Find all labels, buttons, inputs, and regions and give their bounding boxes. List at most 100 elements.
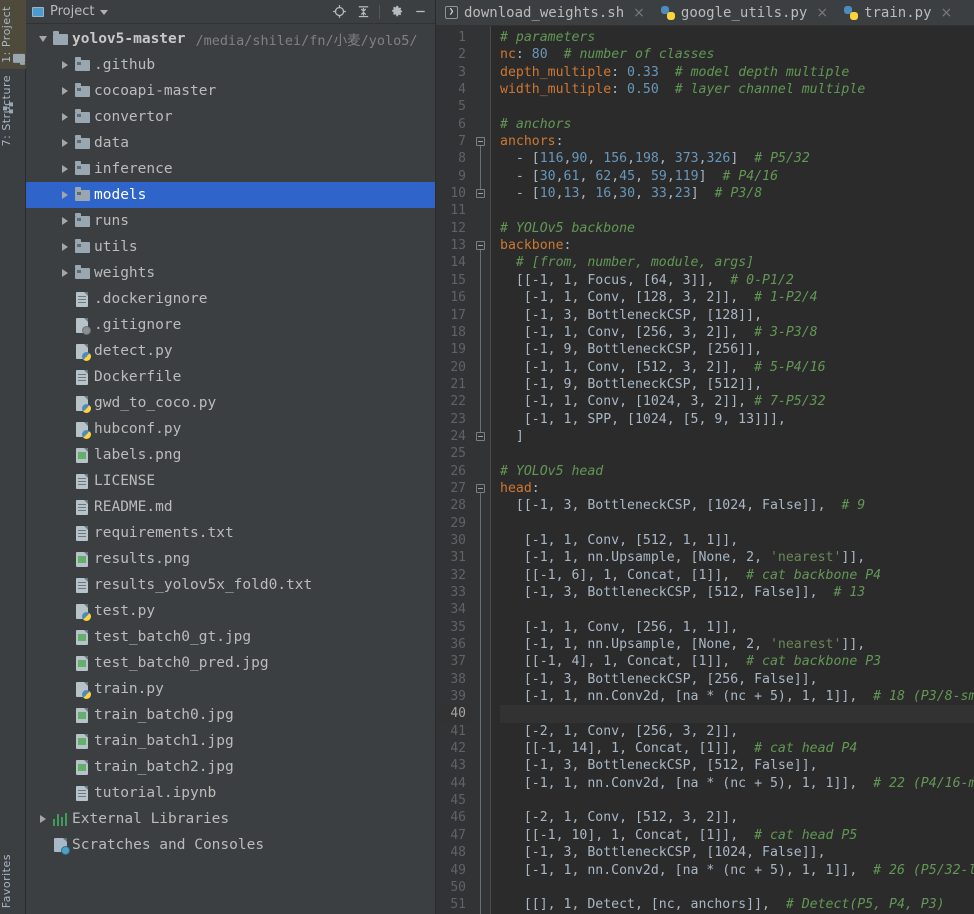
tree-row-train-batch0-jpg[interactable]: train_batch0.jpg — [26, 702, 435, 728]
stripe-tab-project[interactable]: 1: Project — [0, 0, 26, 69]
tree-row-results-png[interactable]: results.png — [26, 546, 435, 572]
code-line[interactable]: - [30,61, 62,45, 59,119] # P4/16 — [500, 168, 974, 185]
tree-row-runs[interactable]: runs — [26, 208, 435, 234]
code-line[interactable]: [[-1, 3, BottleneckCSP, [1024, False]], … — [500, 497, 974, 514]
code-line[interactable]: [-1, 3, BottleneckCSP, [1024, False]], — [500, 844, 974, 861]
code-line[interactable]: [-1, 1, Conv, [256, 1, 1]], — [500, 619, 974, 636]
editor-tab-download-weights-sh[interactable]: ❯ download_weights.sh × — [436, 0, 652, 25]
tree-row-train-batch2-jpg[interactable]: train_batch2.jpg — [26, 754, 435, 780]
stripe-tab-favorites[interactable]: Favorites — [0, 848, 26, 914]
code-line[interactable]: nc: 80 # number of classes — [500, 46, 974, 63]
project-panel-title-group[interactable]: Project — [32, 4, 328, 19]
code-line[interactable] — [500, 98, 974, 115]
code-line[interactable]: [[-1, 4], 1, Concat, [1]], # cat backbon… — [500, 653, 974, 670]
code-line[interactable]: head: — [500, 480, 974, 497]
code-line[interactable]: # anchors — [500, 116, 974, 133]
tree-row-dockerfile[interactable]: Dockerfile — [26, 364, 435, 390]
tree-row-github[interactable]: .github — [26, 52, 435, 78]
fold-collapse-icon[interactable] — [476, 137, 485, 147]
code-line[interactable]: [-1, 1, nn.Upsample, [None, 2, 'nearest'… — [500, 636, 974, 653]
tree-row-test-batch0-pred-jpg[interactable]: test_batch0_pred.jpg — [26, 650, 435, 676]
tree-row-external-libraries[interactable]: External Libraries — [26, 806, 435, 832]
code-line[interactable]: [-1, 3, BottleneckCSP, [128]], — [500, 307, 974, 324]
code-line[interactable]: [-1, 3, BottleneckCSP, [512, False]], — [500, 757, 974, 774]
code-line[interactable]: [-1, 9, BottleneckCSP, [512]], — [500, 376, 974, 393]
chevron-right-icon[interactable] — [58, 243, 72, 251]
tree-row-train-py[interactable]: train.py — [26, 676, 435, 702]
code-line[interactable]: [-1, 3, BottleneckCSP, [512, False]], # … — [500, 584, 974, 601]
locate-target-icon[interactable] — [328, 2, 350, 22]
code-line[interactable]: width_multiple: 0.50 # layer channel mul… — [500, 81, 974, 98]
stripe-tab-structure[interactable]: 7: Structure — [0, 69, 26, 152]
code-line[interactable] — [500, 879, 974, 896]
tree-row-results-yolov5x-fold0-txt[interactable]: results_yolov5x_fold0.txt — [26, 572, 435, 598]
tree-row-inference[interactable]: inference — [26, 156, 435, 182]
code-line[interactable]: - [116,90, 156,198, 373,326] # P5/32 — [500, 150, 974, 167]
code-line[interactable]: [-1, 1, Conv, [512, 3, 2]], # 5-P4/16 — [500, 359, 974, 376]
chevron-down-icon[interactable] — [100, 10, 109, 15]
fold-end-icon[interactable] — [476, 432, 485, 442]
code-line[interactable] — [500, 202, 974, 219]
fold-collapse-icon[interactable] — [476, 484, 485, 494]
chevron-right-icon[interactable] — [58, 217, 72, 225]
close-icon[interactable]: × — [633, 5, 645, 21]
tree-row-data[interactable]: data — [26, 130, 435, 156]
code-line[interactable] — [500, 705, 974, 723]
tree-row-models[interactable]: models — [26, 182, 435, 208]
code-line[interactable]: [[], 1, Detect, [nc, anchors]], # Detect… — [500, 896, 974, 913]
chevron-right-icon[interactable] — [58, 61, 72, 69]
code-line[interactable]: [-1, 1, Conv, [512, 1, 1]], — [500, 532, 974, 549]
chevron-right-icon[interactable] — [58, 139, 72, 147]
code-line[interactable]: [-1, 1, Conv, [1024, 3, 2]], # 7-P5/32 — [500, 393, 974, 410]
code-line[interactable]: depth_multiple: 0.33 # model depth multi… — [500, 64, 974, 81]
code-line[interactable]: [-2, 1, Conv, [256, 3, 2]], — [500, 723, 974, 740]
code-line[interactable]: [[-1, 10], 1, Concat, [1]], # cat head P… — [500, 827, 974, 844]
code-line[interactable]: [[-1, 6], 1, Concat, [1]], # cat backbon… — [500, 567, 974, 584]
chevron-right-icon[interactable] — [58, 113, 72, 121]
tree-row-gwd-to-coco-py[interactable]: gwd_to_coco.py — [26, 390, 435, 416]
code-line[interactable]: [-1, 1, SPP, [1024, [5, 9, 13]]], — [500, 411, 974, 428]
tree-row-convertor[interactable]: convertor — [26, 104, 435, 130]
tree-row-requirements-txt[interactable]: requirements.txt — [26, 520, 435, 546]
fold-end-icon[interactable] — [476, 189, 485, 199]
tree-row-hubconf-py[interactable]: hubconf.py — [26, 416, 435, 442]
settings-gear-icon[interactable] — [385, 2, 407, 22]
code-line[interactable]: [-1, 1, nn.Conv2d, [na * (nc + 5), 1, 1]… — [500, 775, 974, 792]
code-line[interactable] — [500, 515, 974, 532]
code-line[interactable]: [-2, 1, Conv, [512, 3, 2]], — [500, 809, 974, 826]
code-line[interactable] — [500, 601, 974, 618]
tree-row-readme-md[interactable]: README.md — [26, 494, 435, 520]
code-line[interactable]: [-1, 1, Conv, [256, 3, 2]], # 3-P3/8 — [500, 324, 974, 341]
code-line[interactable]: [[-1, 1, Focus, [64, 3]], # 0-P1/2 — [500, 272, 974, 289]
tree-row-license[interactable]: LICENSE — [26, 468, 435, 494]
tree-row-utils[interactable]: utils — [26, 234, 435, 260]
code-folding-gutter[interactable] — [472, 26, 490, 914]
code-line[interactable]: [-1, 3, BottleneckCSP, [256, False]], — [500, 671, 974, 688]
code-line[interactable]: [-1, 1, Conv, [128, 3, 2]], # 1-P2/4 — [500, 289, 974, 306]
tree-row-labels-png[interactable]: labels.png — [26, 442, 435, 468]
code-line[interactable]: # YOLOv5 head — [500, 463, 974, 480]
editor-tab-bar[interactable]: ❯ download_weights.sh × google_utils.py × tra… — [436, 0, 974, 26]
code-line[interactable]: [-1, 1, nn.Conv2d, [na * (nc + 5), 1, 1]… — [500, 862, 974, 879]
hide-panel-icon[interactable] — [409, 2, 431, 22]
tree-row-yolov5-master[interactable]: yolov5-master/media/shilei/fn/小麦/yolo5/ — [26, 26, 435, 52]
chevron-right-icon[interactable] — [58, 269, 72, 277]
code-line[interactable] — [500, 445, 974, 462]
chevron-right-icon[interactable] — [58, 191, 72, 199]
tree-row-detect-py[interactable]: detect.py — [26, 338, 435, 364]
tree-row-cocoapi-master[interactable]: cocoapi-master — [26, 78, 435, 104]
code-line[interactable]: [-1, 1, nn.Upsample, [None, 2, 'nearest'… — [500, 549, 974, 566]
close-icon[interactable]: × — [816, 5, 828, 21]
tree-row-train-batch1-jpg[interactable]: train_batch1.jpg — [26, 728, 435, 754]
tree-row-test-batch0-gt-jpg[interactable]: test_batch0_gt.jpg — [26, 624, 435, 650]
code-line[interactable]: # [from, number, module, args] — [500, 254, 974, 271]
project-file-tree[interactable]: yolov5-master/media/shilei/fn/小麦/yolo5/.… — [26, 24, 435, 914]
code-content[interactable]: # parameters nc: 80 # number of classes de… — [490, 26, 974, 914]
code-line[interactable]: - [10,13, 16,30, 33,23] # P3/8 — [500, 185, 974, 202]
code-editor[interactable]: 1 2 3 4 5 6 7 8 9 10 11 12 13 14 15 16 17 18 19 20 21 22 23 24 2… — [436, 26, 974, 914]
chevron-right-icon[interactable] — [58, 165, 72, 173]
collapse-all-icon[interactable] — [352, 2, 374, 22]
code-line[interactable]: backbone: — [500, 237, 974, 254]
close-icon[interactable]: × — [941, 5, 953, 21]
code-line[interactable]: anchors: — [500, 133, 974, 150]
